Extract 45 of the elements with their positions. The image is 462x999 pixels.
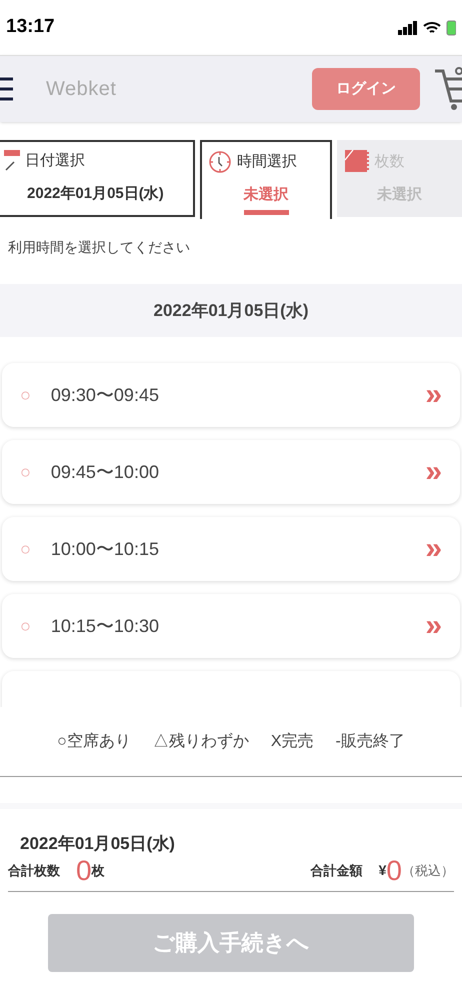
cart-icon[interactable] — [435, 67, 462, 111]
select-arrow: » — [425, 457, 442, 487]
calendar-icon — [4, 150, 20, 172]
step-tab[interactable]: 時間選択 未選択 — [200, 140, 332, 219]
ticket-icon — [345, 150, 370, 174]
date-heading: 2022年01月05日(水) — [154, 300, 308, 322]
availability-mark: ○ — [20, 460, 31, 484]
signal-icon — [398, 20, 418, 34]
legend-item: X完売 — [270, 732, 314, 752]
clock-icon — [208, 150, 232, 174]
select-arrow: » — [425, 611, 442, 641]
status-time: 13:17 — [6, 15, 55, 40]
summary-date: 2022年01月05日(水) — [20, 833, 176, 855]
wifi-icon — [423, 20, 441, 34]
menu-icon[interactable] — [0, 76, 14, 102]
legend-item: △残りわずか — [152, 732, 249, 752]
availability-mark: ○ — [20, 538, 31, 560]
time-slot-row[interactable]: ○ 10:15〜10:30 » — [2, 594, 460, 658]
currency-sign: ¥ — [378, 860, 386, 880]
time-slot-row[interactable]: ○ 10:00〜10:15 » — [2, 517, 460, 581]
step-value: 未選択 — [244, 184, 289, 214]
availability-mark: ○ — [20, 384, 31, 406]
select-arrow: » — [425, 534, 442, 564]
instruction-text: 利用時間を選択してください — [8, 238, 191, 257]
time-range: 09:30〜09:45 — [50, 384, 159, 406]
step-tab[interactable]: 日付選択 2022年01月05日(水) — [0, 140, 195, 217]
ticket-count: 0 — [76, 856, 92, 884]
step-value: 2022年01月05日(水) — [27, 184, 164, 204]
total-amount: 0 — [386, 856, 402, 884]
amount-label: 合計金額 — [310, 862, 363, 880]
battery-icon — [446, 20, 456, 36]
time-range: 09:45〜10:00 — [50, 460, 159, 484]
step-label: 時間選択 — [236, 152, 297, 172]
time-range: 10:00〜10:15 — [50, 538, 159, 560]
count-label: 合計枚数 — [8, 862, 60, 880]
select-arrow: » — [425, 380, 442, 410]
tax-note: （税込） — [402, 862, 454, 880]
count-unit: 枚 — [92, 862, 105, 880]
availability-mark: ○ — [20, 614, 31, 638]
legend-item: -販売終了 — [336, 732, 405, 752]
time-range: 10:15〜10:30 — [50, 614, 159, 638]
time-slot-row[interactable]: ○ 09:30〜09:45 » — [2, 363, 460, 427]
legend-item: ○空席あり — [57, 732, 131, 752]
time-slot-row[interactable]: ○ 09:45〜10:00 » — [2, 440, 460, 504]
step-label: 日付選択 — [25, 151, 85, 171]
